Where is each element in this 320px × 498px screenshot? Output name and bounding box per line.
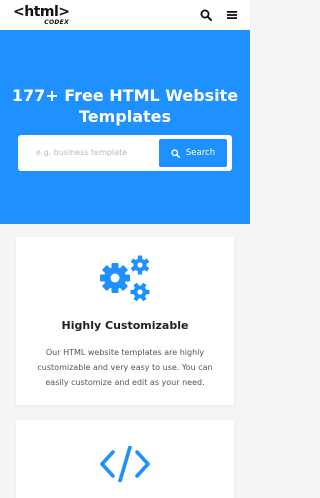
feature-title: Highly Customizable xyxy=(61,319,189,332)
logo[interactable]: <html> CODEX xyxy=(13,4,71,28)
feature-card: Highly Customizable Our HTML website tem… xyxy=(16,237,234,405)
code-icon xyxy=(100,446,150,482)
navbar: <html> CODEX xyxy=(0,0,250,30)
logo-text: <html> xyxy=(13,4,70,20)
search-icon[interactable] xyxy=(200,9,212,21)
gears-icon xyxy=(100,255,150,302)
search-button-icon xyxy=(171,148,180,158)
search-button[interactable]: Search xyxy=(159,139,227,167)
search-box: Search xyxy=(18,135,232,171)
hero-section: 177+ Free HTML Website Templates Search xyxy=(0,30,250,224)
search-button-label: Search xyxy=(185,148,216,158)
menu-icon[interactable] xyxy=(226,9,238,21)
feature-card xyxy=(16,420,234,498)
hero-title: 177+ Free HTML Website Templates xyxy=(11,86,239,126)
search-input[interactable] xyxy=(22,138,156,167)
feature-description: Our HTML website templates are highly cu… xyxy=(37,348,213,387)
logo-subtext: CODEX xyxy=(44,19,69,26)
